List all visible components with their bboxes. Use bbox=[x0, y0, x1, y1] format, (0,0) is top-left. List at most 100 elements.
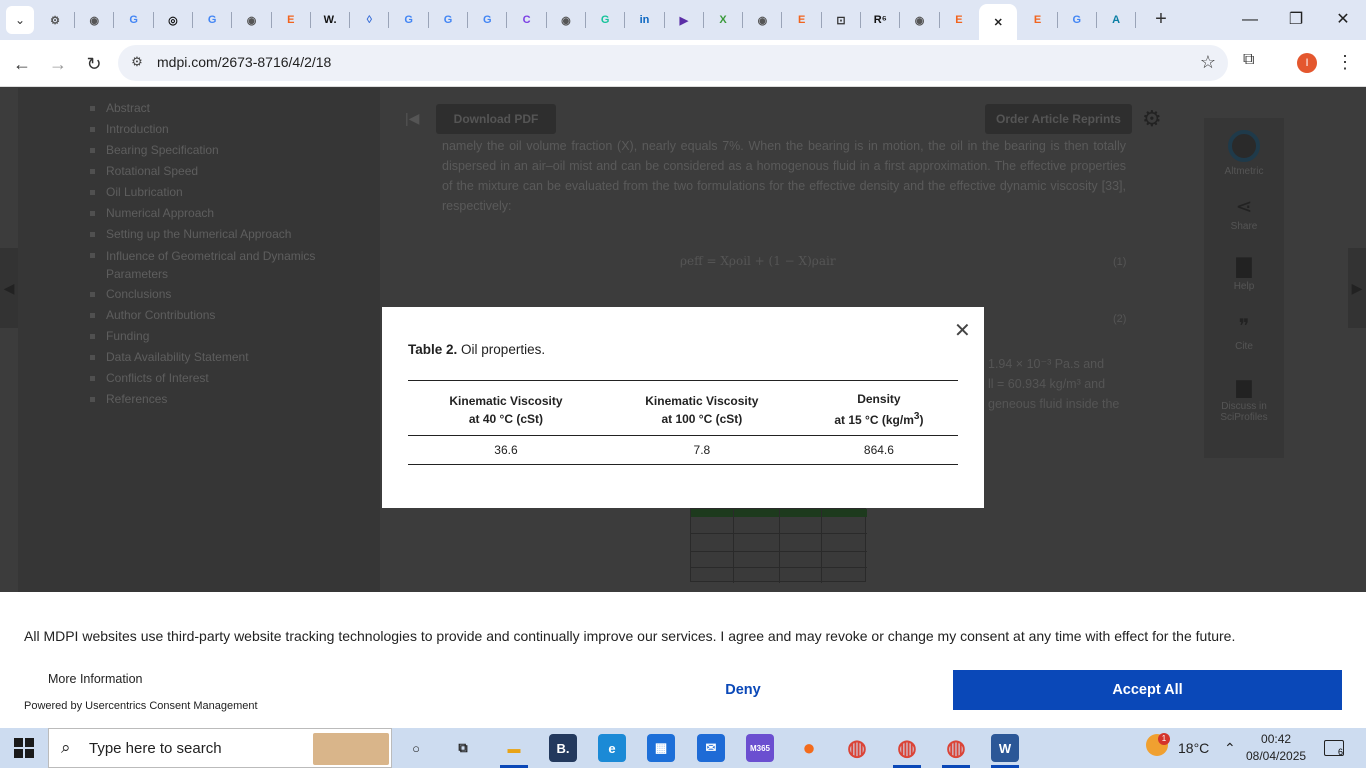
browser-tab[interactable]: ◉ bbox=[903, 4, 937, 36]
store-icon[interactable]: ▦ bbox=[647, 734, 675, 762]
firefox-icon[interactable]: ● bbox=[795, 734, 823, 762]
settings-gear-icon[interactable]: ⚙ bbox=[1142, 106, 1162, 132]
m365-icon[interactable]: M365 bbox=[746, 734, 774, 762]
toc-item[interactable]: Numerical Approach bbox=[90, 203, 390, 224]
taskbar-search-box[interactable]: ⌕ Type here to search bbox=[48, 728, 392, 768]
browser-tab[interactable]: C bbox=[510, 4, 544, 36]
browser-tab[interactable]: E bbox=[785, 4, 819, 36]
browser-tab[interactable]: ◉ bbox=[549, 4, 583, 36]
browser-tab[interactable]: in bbox=[628, 4, 662, 36]
browser-tab[interactable]: R⁶ bbox=[863, 4, 897, 36]
browser-tab[interactable]: W. bbox=[313, 4, 347, 36]
notification-center-icon[interactable]: 6 bbox=[1324, 740, 1344, 757]
browser-tab[interactable]: A bbox=[1099, 4, 1133, 36]
tab-separator bbox=[820, 12, 822, 28]
toc-item[interactable]: Author Contributions bbox=[90, 305, 390, 326]
chrome-active-icon[interactable]: ◍ bbox=[942, 734, 970, 762]
discuss-button[interactable]: ▆ Discuss in SciProfiles bbox=[1204, 374, 1284, 423]
reload-button[interactable]: ↻ bbox=[82, 52, 106, 76]
deny-button[interactable]: Deny bbox=[660, 670, 826, 710]
browser-tab[interactable]: G bbox=[588, 4, 622, 36]
toc-item[interactable]: References bbox=[90, 389, 390, 410]
download-pdf-button[interactable]: Download PDF bbox=[436, 104, 556, 134]
booking-app-icon[interactable]: B. bbox=[549, 734, 577, 762]
weather-alert-badge: 1 bbox=[1158, 733, 1170, 745]
toc-item[interactable]: Setting up the Numerical Approach bbox=[90, 224, 390, 245]
close-modal-icon[interactable]: ✕ bbox=[954, 318, 971, 343]
accept-all-button[interactable]: Accept All bbox=[953, 670, 1342, 710]
browser-tab[interactable]: ◉ bbox=[745, 4, 779, 36]
browser-tab[interactable]: ◉ bbox=[235, 4, 269, 36]
browser-tab[interactable]: ⚙ bbox=[38, 4, 72, 36]
temperature-text[interactable]: 18°C bbox=[1178, 740, 1209, 756]
browser-tab[interactable]: G bbox=[392, 4, 426, 36]
toc-item[interactable]: Oil Lubrication bbox=[90, 182, 390, 203]
browser-tab[interactable]: ⊡ bbox=[824, 4, 858, 36]
back-button[interactable]: ← bbox=[10, 52, 34, 76]
active-tab[interactable]: ✕ bbox=[979, 4, 1018, 40]
right-panel-arrow-icon[interactable]: ▶ bbox=[1348, 248, 1366, 328]
task-view-icon[interactable]: ⧉ bbox=[449, 734, 477, 762]
chrome-icon[interactable]: ◍ bbox=[843, 734, 871, 762]
close-icon[interactable]: ✕ bbox=[990, 14, 1006, 30]
left-panel-arrow-icon[interactable]: ◀ bbox=[0, 248, 18, 328]
share-button[interactable]: ⋖ Share bbox=[1204, 194, 1284, 232]
chrome-profile-icon[interactable]: ◍ bbox=[893, 734, 921, 762]
browser-tab[interactable]: E bbox=[1021, 4, 1055, 36]
browser-tab[interactable]: ◉ bbox=[77, 4, 111, 36]
extensions-icon[interactable]: ⧉ bbox=[1243, 51, 1265, 73]
tab-separator bbox=[152, 12, 154, 28]
browser-tab[interactable]: X bbox=[706, 4, 740, 36]
tray-chevron-up-icon[interactable]: ⌃ bbox=[1224, 740, 1236, 757]
browser-tab[interactable]: E bbox=[942, 4, 976, 36]
url-text[interactable]: mdpi.com/2673-8716/4/2/18 bbox=[157, 54, 331, 70]
browser-tab[interactable]: ◎ bbox=[156, 4, 190, 36]
altmetric-badge[interactable]: Altmetric bbox=[1204, 130, 1284, 177]
toc-item[interactable]: Conclusions bbox=[90, 284, 390, 305]
player-favicon-icon: ▶ bbox=[679, 14, 689, 27]
close-window-button[interactable]: ✕ bbox=[1331, 8, 1355, 32]
article-paragraph: namely the oil volume fraction (X), near… bbox=[442, 139, 1126, 213]
tab-separator bbox=[74, 12, 75, 28]
toc-item[interactable]: Bearing Specification bbox=[90, 140, 390, 161]
browser-tab[interactable]: ◊ bbox=[352, 4, 386, 36]
site-info-icon[interactable]: ⚙ bbox=[128, 54, 146, 72]
collapse-toc-icon[interactable]: |◀ bbox=[405, 110, 419, 127]
tab-search-menu-button[interactable]: ⌄ bbox=[6, 6, 34, 34]
browser-tab[interactable]: ▶ bbox=[667, 4, 701, 36]
toc-item[interactable]: Conflicts of Interest bbox=[90, 368, 390, 389]
toc-item[interactable]: Funding bbox=[90, 326, 390, 347]
bookmark-star-icon[interactable]: ☆ bbox=[1200, 52, 1216, 73]
new-tab-button[interactable]: + bbox=[1150, 8, 1172, 30]
file-explorer-icon[interactable]: ▬ bbox=[500, 734, 528, 762]
edge-icon[interactable]: e bbox=[598, 734, 626, 762]
browser-tab[interactable]: G bbox=[1060, 4, 1094, 36]
windows-start-icon[interactable] bbox=[14, 738, 34, 758]
openai-favicon-icon: ◎ bbox=[168, 14, 178, 27]
help-button[interactable]: ▇ Help bbox=[1204, 254, 1284, 292]
browser-tab[interactable]: G bbox=[470, 4, 504, 36]
tab-separator bbox=[388, 12, 390, 28]
cortana-icon[interactable]: ○ bbox=[402, 734, 430, 762]
toc-item[interactable]: Data Availability Statement bbox=[90, 347, 390, 368]
mail-icon[interactable]: ✉ bbox=[697, 734, 725, 762]
toc-item[interactable]: Rotational Speed bbox=[90, 161, 390, 182]
profile-avatar[interactable]: I bbox=[1297, 53, 1317, 73]
taskbar-clock[interactable]: 00:42 08/04/2025 bbox=[1246, 731, 1306, 765]
forward-button[interactable]: → bbox=[46, 52, 70, 76]
word-icon[interactable]: W bbox=[991, 734, 1019, 762]
browser-menu-icon[interactable]: ⋮ bbox=[1336, 52, 1354, 73]
order-reprints-button[interactable]: Order Article Reprints bbox=[985, 104, 1132, 134]
toc-item[interactable]: Introduction bbox=[90, 119, 390, 140]
cite-button[interactable]: ❞ Cite bbox=[1204, 314, 1284, 352]
address-bar[interactable]: ⚙ mdpi.com/2673-8716/4/2/18 ☆ bbox=[118, 45, 1228, 81]
browser-tab[interactable]: G bbox=[431, 4, 465, 36]
more-information-link[interactable]: More Information bbox=[48, 672, 142, 686]
minimize-window-button[interactable]: — bbox=[1238, 8, 1262, 32]
restore-window-button[interactable]: ❐ bbox=[1284, 8, 1308, 32]
toc-item[interactable]: Abstract bbox=[90, 98, 390, 119]
browser-tab[interactable]: G bbox=[117, 4, 151, 36]
toc-item[interactable]: Influence of Geometrical and Dynamics Pa… bbox=[90, 245, 320, 284]
browser-tab[interactable]: E bbox=[274, 4, 308, 36]
browser-tab[interactable]: G bbox=[195, 4, 229, 36]
